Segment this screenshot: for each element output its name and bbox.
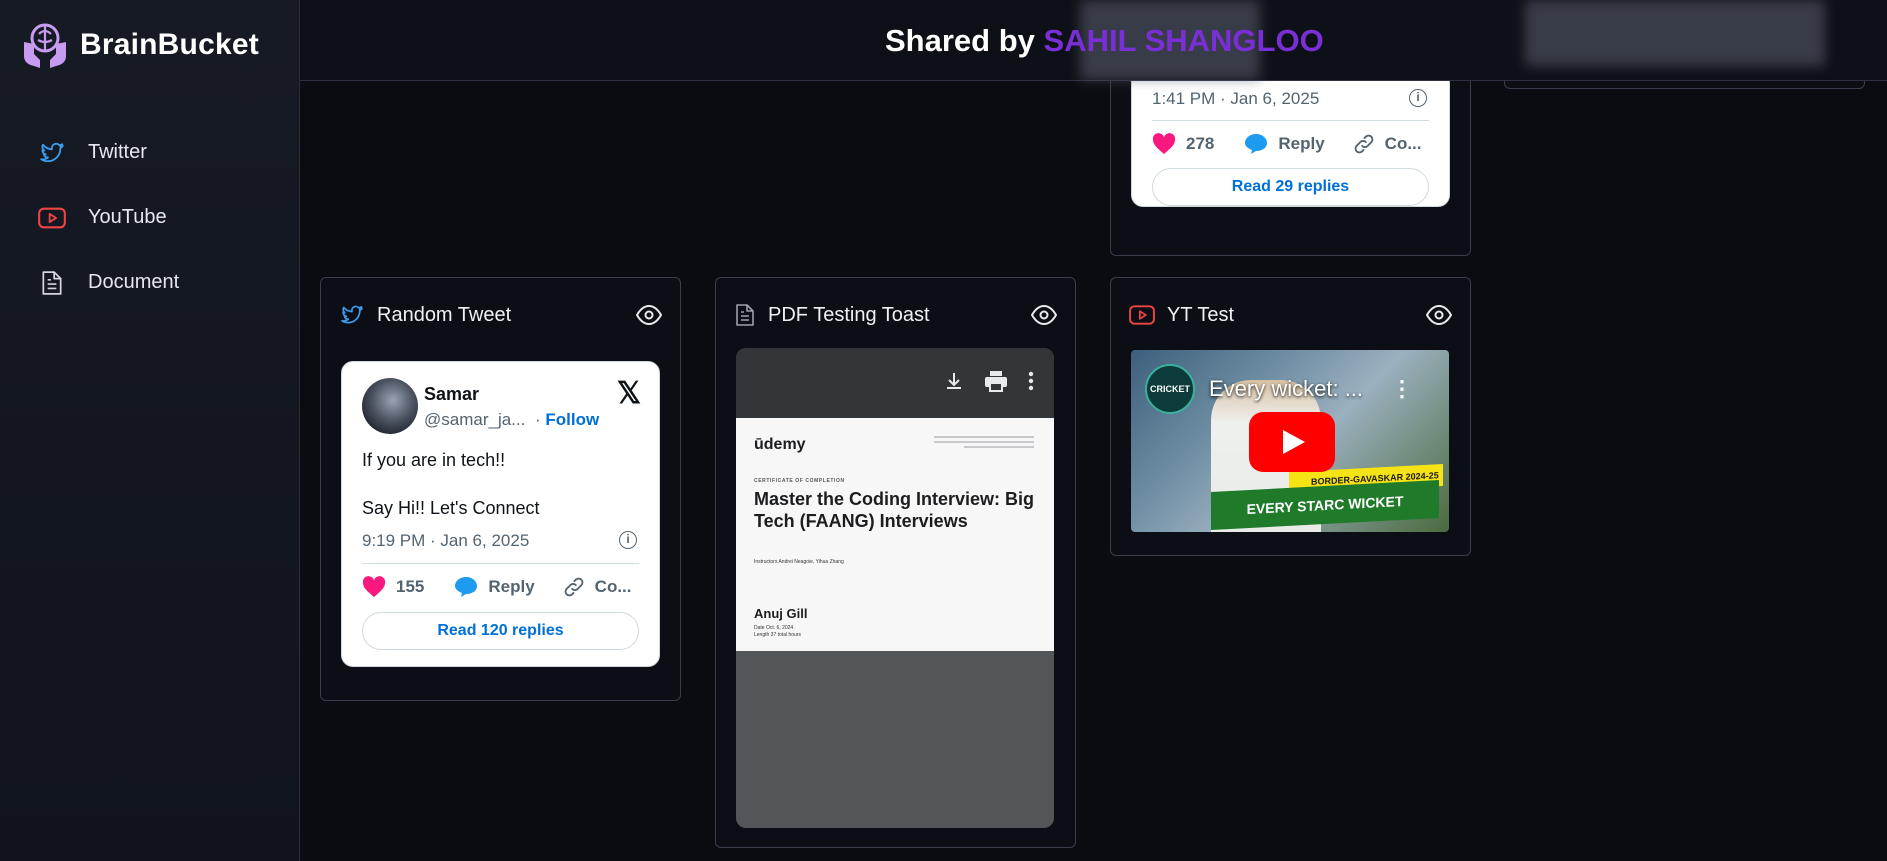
print-icon[interactable] — [984, 370, 1008, 392]
sidebar-item-label: YouTube — [88, 206, 167, 228]
brand[interactable]: BrainBucket — [20, 20, 259, 70]
heart-icon — [1152, 133, 1176, 154]
learner-name: Anuj Gill — [754, 606, 808, 621]
instructors: Instructors Andrei Neagoie, Yihua Zhang — [754, 559, 844, 565]
card-youtube: YT Test CRICKET Every wicket: ... ⋮ BORD… — [1110, 277, 1471, 556]
youtube-icon — [1129, 305, 1155, 325]
eye-icon[interactable] — [1031, 305, 1057, 325]
pdf-page: ūdemy CERTIFICATE OF COMPLETION Master t… — [736, 418, 1054, 651]
document-icon — [736, 304, 754, 326]
reply-label: Reply — [1278, 134, 1325, 153]
reply-label: Reply — [488, 577, 535, 596]
youtube-embed[interactable]: CRICKET Every wicket: ... ⋮ BORDER-GAVAS… — [1131, 350, 1449, 532]
header: Shared by SAHIL SHANGLOO — [300, 0, 1887, 81]
like-count: 278 — [1186, 134, 1215, 153]
x-logo-icon[interactable]: 𝕏 — [617, 376, 641, 411]
tweet-timestamp[interactable]: 1:41 PM · Jan 6, 2025 — [1152, 89, 1319, 109]
sidebar-item-youtube[interactable]: YouTube — [38, 185, 179, 250]
card-title: YT Test — [1167, 303, 1235, 326]
play-button[interactable] — [1249, 412, 1335, 472]
copy-link-button[interactable]: Co... — [1353, 133, 1422, 155]
read-replies-button[interactable]: Read 29 replies — [1152, 168, 1429, 206]
brand-name: BrainBucket — [80, 28, 259, 61]
like-button[interactable]: 155 — [362, 576, 424, 598]
card-header: Random Tweet — [339, 300, 662, 330]
info-icon[interactable]: i — [1409, 89, 1427, 107]
reply-button[interactable]: Reply — [1244, 133, 1325, 155]
brain-hands-logo-icon — [24, 23, 66, 68]
sidebar-nav: Twitter YouTube Document — [38, 120, 179, 315]
follow-label: Follow — [545, 410, 600, 429]
youtube-icon — [38, 204, 66, 232]
eye-icon[interactable] — [636, 305, 662, 325]
follow-link[interactable]: · Follow — [535, 410, 599, 430]
tweet-embed[interactable]: Samar @samar_ja... · Follow 𝕏 If you are… — [341, 361, 660, 667]
copy-label: Co... — [594, 577, 632, 596]
link-icon — [564, 577, 584, 597]
download-icon[interactable] — [944, 371, 964, 391]
owner-name[interactable]: SAHIL SHANGLOO — [1044, 23, 1324, 58]
tweet-actions: 278 Reply Co... — [1152, 129, 1429, 159]
sidebar-item-document[interactable]: Document — [38, 250, 179, 315]
pdf-tools — [944, 370, 1034, 392]
copy-label: Co... — [1384, 134, 1422, 153]
reply-button[interactable]: Reply — [454, 576, 535, 598]
read-replies-button[interactable]: Read 120 replies — [362, 612, 639, 650]
document-icon — [38, 269, 66, 297]
tweet-author-name[interactable]: Samar — [424, 384, 479, 405]
card-header: YT Test — [1129, 300, 1452, 330]
avatar[interactable] — [362, 378, 418, 434]
more-options-icon[interactable] — [1028, 371, 1034, 391]
video-title[interactable]: Every wicket: ... — [1209, 376, 1363, 402]
channel-avatar[interactable]: CRICKET — [1145, 364, 1195, 414]
twitter-icon — [341, 305, 363, 324]
info-icon[interactable]: i — [619, 531, 637, 549]
sidebar-item-label: Twitter — [88, 141, 147, 163]
speech-bubble-icon — [1245, 134, 1268, 154]
tweet-timestamp[interactable]: 9:19 PM · Jan 6, 2025 — [362, 531, 529, 551]
card-pdf: PDF Testing Toast ūdemy CERTIFICATE OF C… — [715, 277, 1076, 848]
divider — [1152, 120, 1429, 121]
certificate-fine-print — [934, 436, 1034, 451]
link-icon — [1354, 134, 1374, 154]
page-title: Shared by SAHIL SHANGLOO — [885, 23, 1324, 59]
like-button[interactable]: 278 — [1152, 133, 1214, 155]
card-title: PDF Testing Toast — [768, 303, 930, 326]
sidebar-item-twitter[interactable]: Twitter — [38, 120, 179, 185]
tweet-text-line: Say Hi!! Let's Connect — [362, 498, 540, 518]
sidebar: BrainBucket Twitter YouTube Document — [0, 0, 300, 861]
card-title: Random Tweet — [377, 303, 512, 326]
tweet-author-handle[interactable]: @samar_ja... — [424, 410, 525, 430]
sidebar-item-label: Document — [88, 271, 180, 293]
heart-icon — [362, 576, 386, 597]
like-count: 155 — [396, 577, 425, 596]
copy-link-button[interactable]: Co... — [563, 576, 632, 598]
follow-separator: · — [535, 410, 541, 429]
udemy-logo: ūdemy — [754, 436, 806, 453]
eye-icon[interactable] — [1426, 305, 1452, 325]
divider — [362, 563, 639, 564]
certificate-label: CERTIFICATE OF COMPLETION — [754, 478, 845, 484]
tweet-text-line: If you are in tech!! — [362, 450, 506, 470]
pdf-viewer[interactable]: ūdemy CERTIFICATE OF COMPLETION Master t… — [736, 348, 1054, 828]
card-header: PDF Testing Toast — [734, 300, 1057, 330]
pdf-toolbar — [736, 348, 1054, 418]
more-options-icon[interactable]: ⋮ — [1391, 376, 1413, 402]
certificate-length: Length 37 total hours — [754, 632, 801, 638]
speech-bubble-icon — [455, 577, 478, 597]
course-title: Master the Coding Interview: Big Tech (F… — [754, 489, 1035, 531]
twitter-icon — [38, 139, 66, 167]
header-blurred-decoration — [1525, 0, 1825, 66]
shared-by-label: Shared by — [885, 23, 1035, 58]
tweet-actions: 155 Reply Co... — [362, 572, 639, 602]
card-tweet: Random Tweet Samar @samar_ja... · Follow… — [320, 277, 681, 701]
certificate-date: Date Oct. 6, 2024 — [754, 625, 794, 631]
